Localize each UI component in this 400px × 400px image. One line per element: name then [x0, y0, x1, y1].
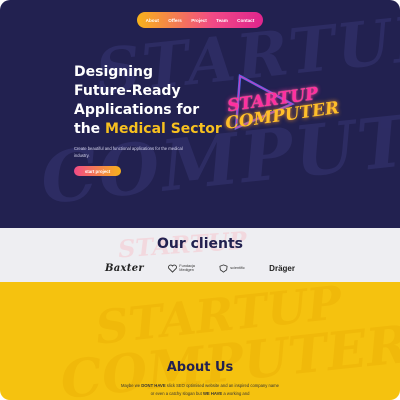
about-text-part-1: Maybe we [121, 383, 142, 388]
client-logo-scientific-text: scientific [230, 265, 245, 270]
client-logos: Baxter Fundacja Medigen scientific Dräge… [105, 261, 295, 275]
about-text: Maybe we DONT HAVE slick SEO optimised w… [120, 382, 280, 397]
heart-icon [168, 264, 178, 273]
about-section: STARTUP COMPUTER About Us Maybe we DONT … [0, 282, 400, 400]
hero-title-prefix: the [74, 121, 106, 137]
client-logo-fundacja-line-2: Medigen [179, 268, 194, 272]
neon-logo: STARTUP COMPUTER [214, 70, 340, 150]
nav-item-contact[interactable]: Contact [237, 18, 254, 23]
about-text-bold-1: DONT HAVE [141, 383, 166, 388]
nav-item-team[interactable]: Team [216, 18, 228, 23]
hero-description: Create beautiful and functional applicat… [74, 146, 183, 158]
about-text-part-3: a working and [222, 390, 250, 396]
hero-section: STARTUP COMPUTER About Offers Project Te… [0, 0, 400, 228]
client-logo-fundacja-text: Fundacja Medigen [179, 264, 195, 272]
about-title: About Us [166, 360, 234, 375]
client-logo-drager[interactable]: Dräger [269, 264, 295, 273]
client-logo-baxter[interactable]: Baxter [105, 263, 144, 274]
client-logo-fundacja[interactable]: Fundacja Medigen [168, 264, 195, 273]
about-text-bold-2: WE HAVE [202, 390, 223, 396]
nav-item-offers[interactable]: Offers [168, 18, 182, 23]
nav-item-about[interactable]: About [146, 18, 159, 23]
clients-title: Our clients [156, 236, 244, 252]
nav-item-project[interactable]: Project [191, 18, 207, 23]
hero-title-highlight: Medical Sector [105, 121, 222, 137]
shield-icon [219, 263, 228, 273]
start-project-button[interactable]: start project [74, 166, 121, 176]
client-logo-scientific[interactable]: scientific [219, 263, 245, 273]
clients-section: STARTUP Our clients Baxter Fundacja Medi… [0, 228, 400, 282]
main-nav: About Offers Project Team Contact [137, 12, 263, 28]
page: STARTUP COMPUTER About Offers Project Te… [0, 0, 400, 400]
